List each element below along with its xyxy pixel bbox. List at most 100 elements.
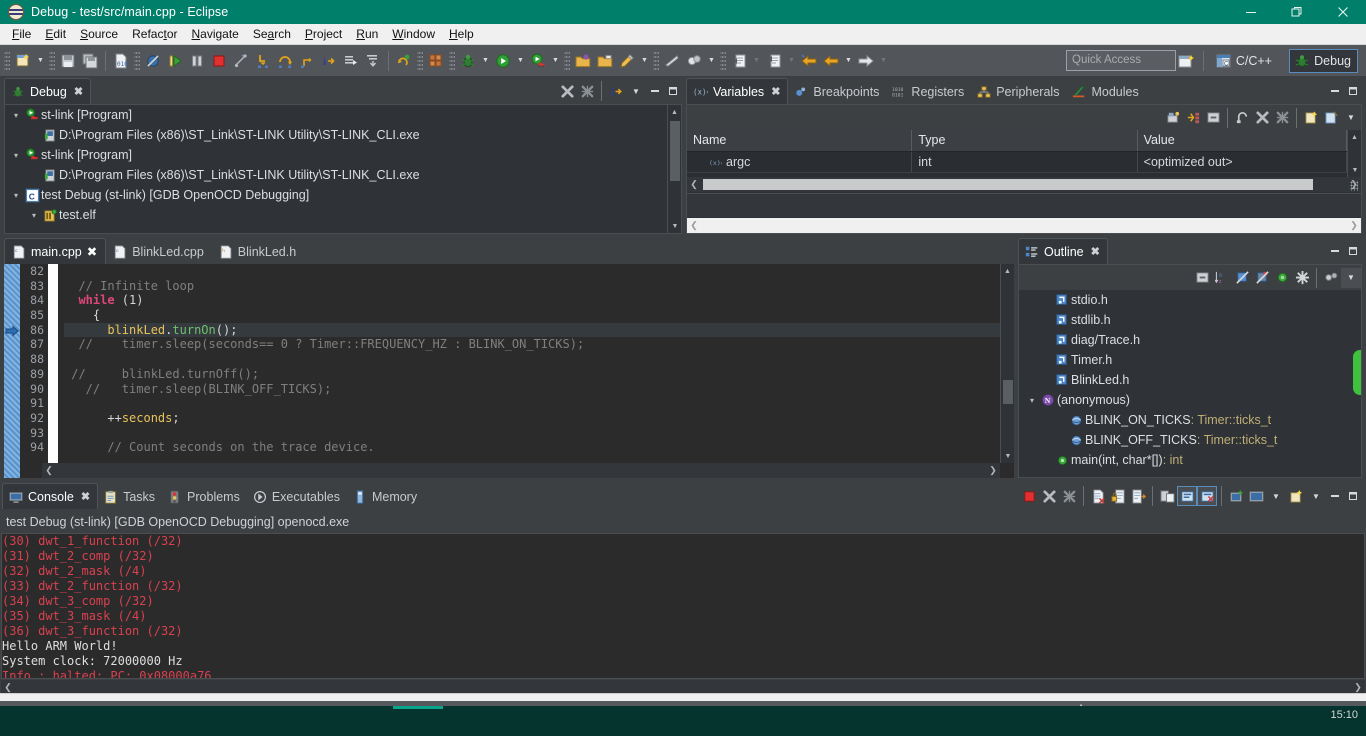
toolbar-grip-5[interactable] bbox=[449, 49, 455, 72]
open-perspective-icon[interactable] bbox=[594, 49, 616, 73]
debug-tree-item[interactable]: ▾ test.elf bbox=[5, 205, 667, 225]
code-line[interactable]: ++seconds; bbox=[64, 411, 1014, 426]
outline-tree[interactable]: stdio.h stdlib.h diag/Trace.h Timer.h BlinkL… bbox=[1019, 290, 1361, 477]
tab-debug[interactable]: Debug ✖ bbox=[4, 78, 92, 104]
outline-item[interactable]: stdlib.h bbox=[1019, 310, 1361, 330]
variables-table[interactable]: Name Type Value (x)= argc int <optimized… bbox=[687, 130, 1347, 177]
new-dropdown-arrow[interactable]: ▼ bbox=[34, 49, 47, 73]
search-dropdown-arrow[interactable]: ▼ bbox=[705, 49, 718, 73]
tab-breakpoints[interactable]: Breakpoints bbox=[788, 80, 886, 104]
skip-all-breakpoints-icon[interactable] bbox=[142, 49, 164, 73]
outline-item[interactable]: BLINK_ON_TICKS : Timer::ticks_t bbox=[1019, 410, 1361, 430]
column-name[interactable]: Name bbox=[687, 130, 913, 151]
remove-all-terminated-icon[interactable] bbox=[557, 81, 577, 101]
menu-source[interactable]: Source bbox=[73, 25, 125, 44]
toolbar-grip-2[interactable] bbox=[49, 49, 55, 72]
next-annotation-arrow[interactable]: ▼ bbox=[750, 49, 763, 73]
tab-peripherals[interactable]: Peripherals bbox=[971, 80, 1066, 104]
menu-refactor[interactable]: Refactor bbox=[125, 25, 184, 44]
close-icon[interactable]: ✖ bbox=[74, 85, 83, 98]
tab-main-cpp[interactable]: c main.cpp ✖ bbox=[4, 238, 107, 264]
minimize-button[interactable] bbox=[1228, 0, 1274, 24]
detail-horizontal-scrollbar[interactable]: ❮ ❯ bbox=[687, 218, 1361, 233]
pin-console-icon[interactable] bbox=[1177, 486, 1197, 506]
tab-problems[interactable]: Problems bbox=[162, 485, 247, 509]
code-line[interactable]: blinkLed.turnOn(); bbox=[64, 322, 1014, 338]
scroll-thumb[interactable] bbox=[703, 179, 1313, 190]
minimize-icon[interactable] bbox=[1326, 486, 1344, 506]
perspective-debug[interactable]: Debug bbox=[1289, 49, 1358, 73]
debug-tree-scrollbar[interactable]: ▲ ▼ bbox=[667, 105, 681, 233]
debug-dropdown-arrow[interactable]: ▼ bbox=[479, 49, 492, 73]
hide-macros-icon[interactable] bbox=[1292, 268, 1312, 288]
scroll-up-arrow[interactable]: ▲ bbox=[668, 105, 681, 119]
show-console-on-output-icon[interactable] bbox=[1157, 486, 1177, 506]
scroll-down-arrow[interactable]: ▼ bbox=[1001, 449, 1015, 463]
expand-twisty-icon[interactable]: ▾ bbox=[1025, 396, 1039, 405]
open-perspective-button[interactable] bbox=[1176, 49, 1198, 73]
toolbar-grip-7[interactable] bbox=[653, 49, 659, 72]
link-editor-icon[interactable] bbox=[1321, 268, 1341, 288]
menu-navigate[interactable]: Navigate bbox=[184, 25, 245, 44]
new-watch-icon[interactable] bbox=[1301, 108, 1321, 128]
toolbar-grip-8[interactable] bbox=[720, 49, 726, 72]
column-value[interactable]: Value bbox=[1138, 130, 1347, 151]
tab-variables[interactable]: (x)= Variables ✖ bbox=[686, 78, 789, 104]
scroll-left-arrow[interactable]: ❮ bbox=[42, 465, 56, 476]
instruction-stepping-icon[interactable]: i bbox=[318, 49, 340, 73]
restore-default-icon[interactable] bbox=[1232, 108, 1252, 128]
expand-twisty-icon[interactable]: ▾ bbox=[9, 151, 23, 160]
suspend-icon[interactable] bbox=[186, 49, 208, 73]
scroll-right-arrow[interactable]: ❯ bbox=[1351, 682, 1365, 693]
disconnect-icon[interactable] bbox=[230, 49, 252, 73]
perspective-cpp[interactable]: C C/C++ bbox=[1212, 49, 1278, 73]
editor-horizontal-scrollbar[interactable]: ❮ ❯ bbox=[42, 463, 1000, 478]
collapse-all-icon[interactable] bbox=[1203, 108, 1223, 128]
scroll-left-arrow[interactable]: ❮ bbox=[1, 682, 15, 693]
debug-tree-item[interactable]: ▾ st-link [Program] bbox=[5, 105, 667, 125]
table-row[interactable]: (x)= argc int <optimized out> bbox=[687, 152, 1347, 173]
tab-registers[interactable]: 1010 0101 Registers bbox=[886, 80, 971, 104]
scroll-left-arrow[interactable]: ❮ bbox=[687, 179, 701, 190]
column-type[interactable]: Type bbox=[912, 130, 1138, 151]
show-type-names-icon[interactable] bbox=[1163, 108, 1183, 128]
close-icon[interactable]: ✖ bbox=[1091, 245, 1100, 258]
code-line[interactable]: // timer.sleep(BLINK_OFF_TICKS); bbox=[64, 382, 1014, 397]
build-all-icon[interactable] bbox=[425, 49, 447, 73]
code-line[interactable] bbox=[64, 352, 1014, 367]
watch-expression-icon[interactable] bbox=[1321, 108, 1341, 128]
sort-icon[interactable]: az bbox=[1212, 268, 1232, 288]
view-menu-arrow[interactable]: ▼ bbox=[626, 81, 646, 101]
close-icon[interactable]: ✖ bbox=[81, 490, 90, 503]
debug-tree-item[interactable]: ▾ Ctest Debug (st-link) [GDB OpenOCD Debu… bbox=[5, 185, 667, 205]
back-history-icon[interactable] bbox=[820, 49, 842, 73]
tab-modules[interactable]: Modules bbox=[1066, 80, 1145, 104]
expand-twisty-icon[interactable]: ▾ bbox=[9, 111, 23, 120]
terminate-icon[interactable] bbox=[208, 49, 230, 73]
console-output[interactable]: (30) dwt_1_function (/32) (31) dwt_2_comp… bbox=[1, 533, 1365, 679]
close-icon[interactable]: ✖ bbox=[87, 244, 97, 259]
forward-icon[interactable] bbox=[855, 49, 877, 73]
scroll-down-arrow[interactable]: ▼ bbox=[1348, 163, 1361, 177]
hide-static-icon[interactable] bbox=[1252, 268, 1272, 288]
open-console-arrow[interactable]: ▼ bbox=[1306, 486, 1326, 506]
debug-icon[interactable] bbox=[457, 49, 479, 73]
code-line[interactable]: // timer.sleep(seconds== 0 ? Timer::FREQ… bbox=[64, 337, 1014, 352]
menu-file[interactable]: File bbox=[5, 25, 38, 44]
relaunch-icon[interactable] bbox=[577, 81, 597, 101]
editor-folding-margin[interactable] bbox=[48, 264, 58, 478]
clear-console-icon[interactable] bbox=[1088, 486, 1108, 506]
lock-scroll-icon[interactable] bbox=[1108, 486, 1128, 506]
code-line[interactable] bbox=[64, 426, 1014, 441]
editor-annotation-ruler[interactable] bbox=[4, 264, 20, 478]
toolbar-grip-4[interactable] bbox=[417, 49, 423, 72]
scroll-right-arrow[interactable]: ❯ bbox=[1347, 220, 1361, 231]
run-dropdown-arrow[interactable]: ▼ bbox=[514, 49, 527, 73]
expand-twisty-icon[interactable]: ▾ bbox=[9, 191, 23, 200]
menu-window[interactable]: Window bbox=[385, 25, 442, 44]
resize-grip[interactable] bbox=[1350, 181, 1358, 191]
drop-to-frame-icon[interactable] bbox=[340, 49, 362, 73]
view-menu-arrow[interactable]: ▼ bbox=[1341, 108, 1361, 128]
debug-tree[interactable]: ▾ st-link [Program] D:\Program Files (x86)… bbox=[4, 104, 682, 234]
code-editor[interactable]: 82 83 84 85 86 87 88 89 90 91 92 93 94 // Infinite l… bbox=[4, 264, 1014, 478]
